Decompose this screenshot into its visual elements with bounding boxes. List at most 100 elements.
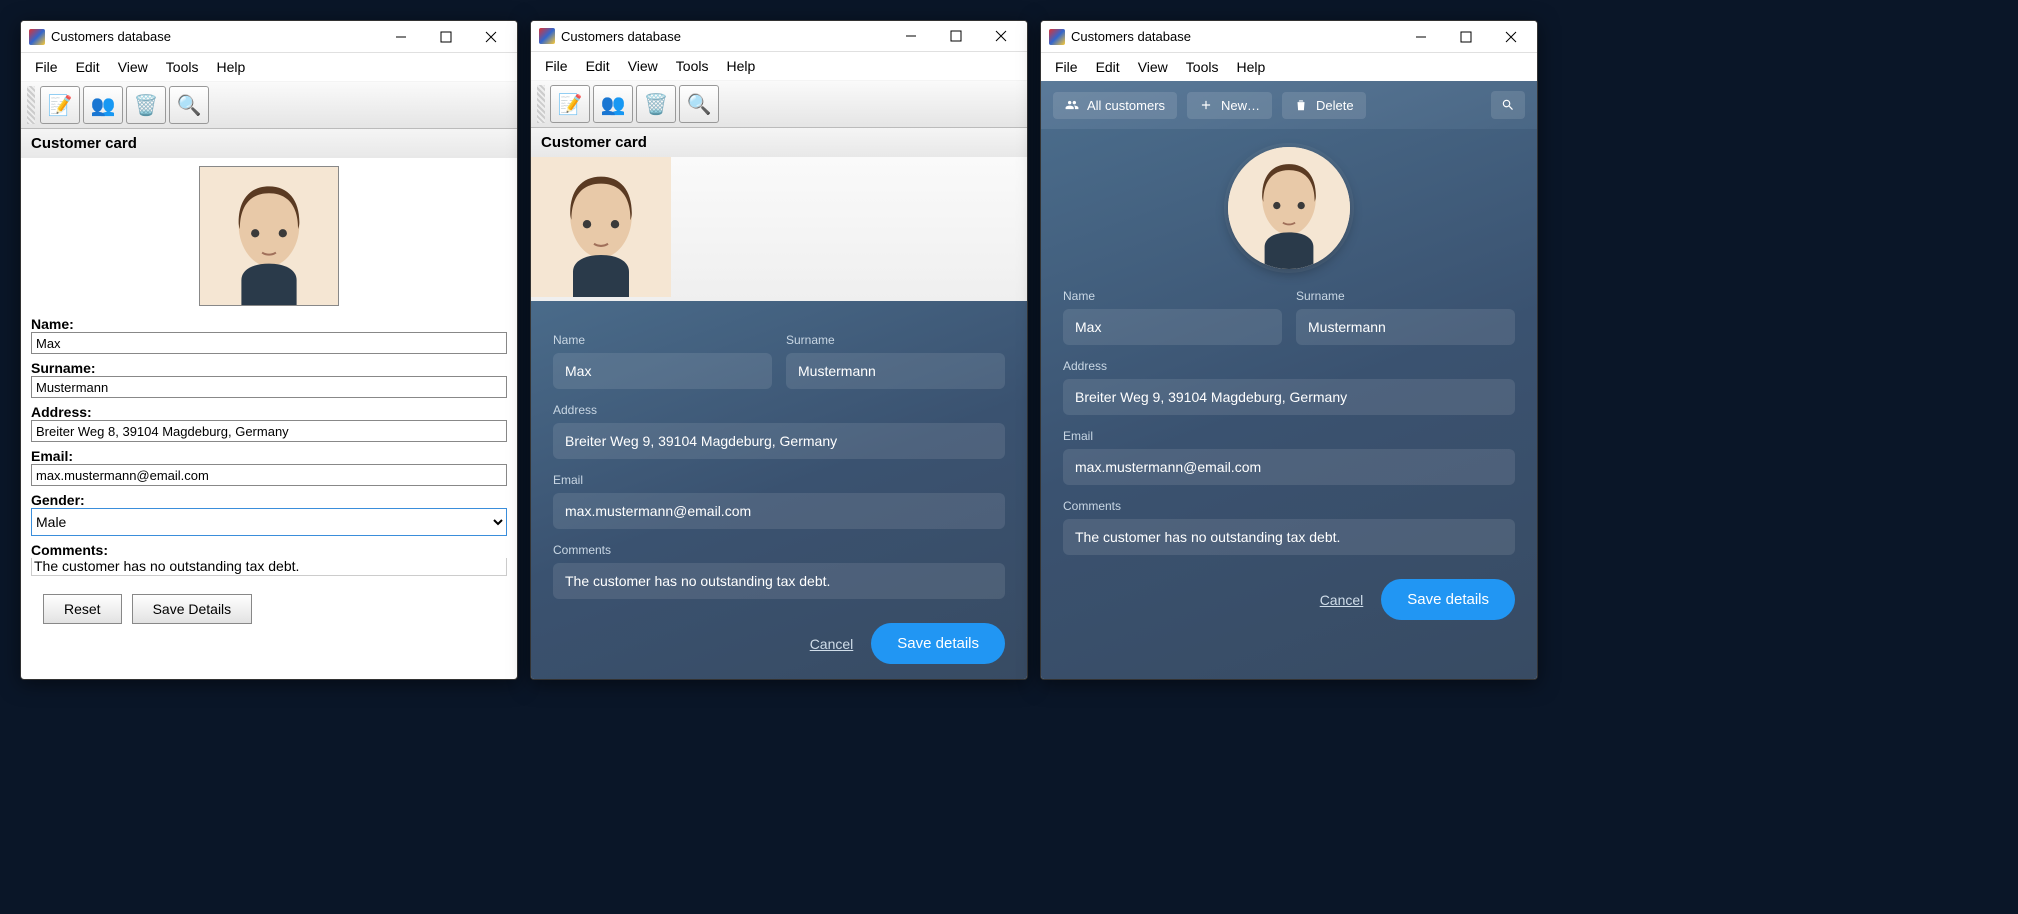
address-label: Address — [1063, 359, 1515, 373]
menu-tools[interactable]: Tools — [668, 56, 717, 76]
notepad-icon[interactable]: 📝 — [40, 86, 80, 124]
avatar — [199, 166, 339, 306]
window-title: Customers database — [51, 29, 378, 44]
gender-select[interactable]: Male — [31, 508, 507, 536]
window-modern: Customers database File Edit View Tools … — [1040, 20, 1538, 680]
maximize-button[interactable] — [423, 22, 468, 52]
name-input[interactable] — [1063, 309, 1282, 345]
menu-help[interactable]: Help — [208, 57, 253, 77]
minimize-button[interactable] — [1398, 22, 1443, 52]
trash-icon[interactable]: 🗑️ — [636, 85, 676, 123]
toolbar: 📝 👥 🗑️ 🔍 — [21, 81, 517, 129]
gender-label: Gender: — [31, 492, 507, 508]
window-hybrid: Customers database File Edit View Tools … — [530, 20, 1028, 680]
close-button[interactable] — [468, 22, 513, 52]
name-label: Name — [1063, 289, 1282, 303]
email-input[interactable] — [31, 464, 507, 486]
surname-label: Surname — [1296, 289, 1515, 303]
address-input[interactable] — [31, 420, 507, 442]
menu-edit[interactable]: Edit — [1088, 57, 1128, 77]
menu-edit[interactable]: Edit — [68, 57, 108, 77]
surname-input[interactable] — [786, 353, 1005, 389]
all-customers-button[interactable]: All customers — [1053, 92, 1177, 119]
form: Name Surname Address Email Comments Canc… — [531, 301, 1027, 680]
trash-icon — [1294, 98, 1308, 112]
minimize-button[interactable] — [888, 21, 933, 51]
menu-view[interactable]: View — [1130, 57, 1176, 77]
new-button[interactable]: New… — [1187, 92, 1272, 119]
titlebar: Customers database — [21, 21, 517, 53]
people-icon — [1065, 98, 1079, 112]
surname-input[interactable] — [1296, 309, 1515, 345]
address-label: Address — [553, 403, 1005, 417]
maximize-button[interactable] — [1443, 22, 1488, 52]
delete-button[interactable]: Delete — [1282, 92, 1366, 119]
comments-input[interactable] — [1063, 519, 1515, 555]
name-label: Name: — [31, 316, 507, 332]
search-icon[interactable]: 🔍 — [679, 85, 719, 123]
people-icon[interactable]: 👥 — [593, 85, 633, 123]
menu-view[interactable]: View — [110, 57, 156, 77]
name-input[interactable] — [31, 332, 507, 354]
form: Name: Surname: Address: Email: Gender: M… — [21, 158, 517, 632]
comments-text: The customer has no outstanding tax debt… — [31, 558, 507, 576]
section-label: Customer card — [531, 128, 1027, 157]
menu-tools[interactable]: Tools — [1178, 57, 1227, 77]
hero — [531, 157, 1027, 301]
close-button[interactable] — [1488, 22, 1533, 52]
address-input[interactable] — [553, 423, 1005, 459]
menu-file[interactable]: File — [537, 56, 576, 76]
comments-label: Comments — [553, 543, 1005, 557]
surname-label: Surname: — [31, 360, 507, 376]
notepad-icon[interactable]: 📝 — [550, 85, 590, 123]
app-icon — [539, 28, 555, 44]
cancel-button[interactable]: Cancel — [810, 636, 854, 652]
save-button[interactable]: Save details — [871, 623, 1005, 664]
menubar: File Edit View Tools Help — [1041, 53, 1537, 81]
comments-input[interactable] — [553, 563, 1005, 599]
email-input[interactable] — [553, 493, 1005, 529]
menubar: File Edit View Tools Help — [21, 53, 517, 81]
menu-view[interactable]: View — [620, 56, 666, 76]
menu-file[interactable]: File — [1047, 57, 1086, 77]
toolbar-grip — [27, 86, 35, 124]
toolbar: 📝 👥 🗑️ 🔍 — [531, 80, 1027, 128]
surname-label: Surname — [786, 333, 1005, 347]
close-button[interactable] — [978, 21, 1023, 51]
minimize-button[interactable] — [378, 22, 423, 52]
form: Name Surname Address Email Comments Canc… — [1041, 129, 1537, 679]
save-button[interactable]: Save Details — [132, 594, 253, 624]
cancel-button[interactable]: Cancel — [1320, 592, 1364, 608]
search-icon[interactable]: 🔍 — [169, 86, 209, 124]
menu-edit[interactable]: Edit — [578, 56, 618, 76]
toolbar-grip — [537, 85, 545, 123]
search-icon — [1501, 98, 1515, 112]
save-button[interactable]: Save details — [1381, 579, 1515, 620]
name-input[interactable] — [553, 353, 772, 389]
app-icon — [1049, 29, 1065, 45]
maximize-button[interactable] — [933, 21, 978, 51]
window-title: Customers database — [561, 29, 888, 44]
address-label: Address: — [31, 404, 507, 420]
window-classic: Customers database File Edit View Tools … — [20, 20, 518, 680]
email-input[interactable] — [1063, 449, 1515, 485]
app-icon — [29, 29, 45, 45]
menu-help[interactable]: Help — [718, 56, 763, 76]
email-label: Email: — [31, 448, 507, 464]
menu-tools[interactable]: Tools — [158, 57, 207, 77]
window-title: Customers database — [1071, 29, 1398, 44]
reset-button[interactable]: Reset — [43, 594, 122, 624]
menu-file[interactable]: File — [27, 57, 66, 77]
new-label: New… — [1221, 98, 1260, 113]
surname-input[interactable] — [31, 376, 507, 398]
comments-label: Comments — [1063, 499, 1515, 513]
search-button[interactable] — [1491, 91, 1525, 119]
email-label: Email — [553, 473, 1005, 487]
trash-icon[interactable]: 🗑️ — [126, 86, 166, 124]
address-input[interactable] — [1063, 379, 1515, 415]
people-icon[interactable]: 👥 — [83, 86, 123, 124]
titlebar: Customers database — [1041, 21, 1537, 53]
delete-label: Delete — [1316, 98, 1354, 113]
comments-label: Comments: — [31, 542, 507, 558]
menu-help[interactable]: Help — [1228, 57, 1273, 77]
